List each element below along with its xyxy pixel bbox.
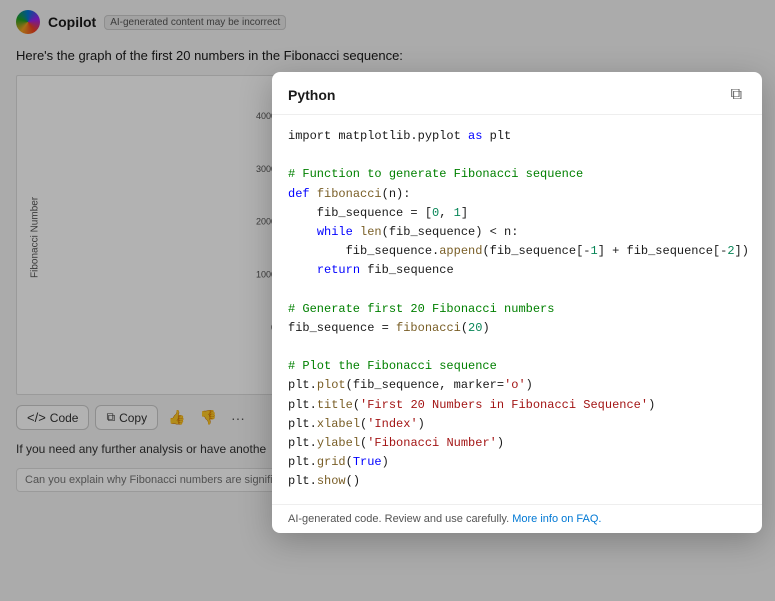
code-line-5: fib_sequence = [0, 1] <box>288 204 746 223</box>
code-line-4: def fibonacci(n): <box>288 185 746 204</box>
code-line-1: import matplotlib.pyplot as plt <box>288 127 746 146</box>
code-line-11: fib_sequence = fibonacci(20) <box>288 319 746 338</box>
modal-copy-button[interactable]: ⧉ <box>727 84 746 106</box>
code-block: import matplotlib.pyplot as plt # Functi… <box>272 115 762 504</box>
code-line-13: # Plot the Fibonacci sequence <box>288 357 746 376</box>
code-line-blank3 <box>288 338 746 357</box>
modal-header: Python ⧉ <box>272 72 762 115</box>
modal-footer-link[interactable]: More info on FAQ. <box>512 513 601 525</box>
main-container: Copilot AI-generated content may be inco… <box>0 0 775 601</box>
code-line-17: plt.ylabel('Fibonacci Number') <box>288 434 746 453</box>
modal-footer: AI-generated code. Review and use carefu… <box>272 504 762 533</box>
code-line-blank1 <box>288 146 746 165</box>
code-line-19: plt.show() <box>288 472 746 491</box>
code-line-3: # Function to generate Fibonacci sequenc… <box>288 165 746 184</box>
code-line-7: fib_sequence.append(fib_sequence[-1] + f… <box>288 242 746 261</box>
modal-copy-icon: ⧉ <box>731 86 742 103</box>
code-line-18: plt.grid(True) <box>288 453 746 472</box>
code-line-16: plt.xlabel('Index') <box>288 415 746 434</box>
code-line-blank2 <box>288 281 746 300</box>
code-line-14: plt.plot(fib_sequence, marker='o') <box>288 376 746 395</box>
code-line-10: # Generate first 20 Fibonacci numbers <box>288 300 746 319</box>
code-line-8: return fib_sequence <box>288 261 746 280</box>
code-modal: Python ⧉ import matplotlib.pyplot as plt… <box>272 72 762 533</box>
modal-title: Python <box>288 87 335 103</box>
code-line-15: plt.title('First 20 Numbers in Fibonacci… <box>288 396 746 415</box>
code-line-6: while len(fib_sequence) < n: <box>288 223 746 242</box>
modal-footer-text: AI-generated code. Review and use carefu… <box>288 513 509 525</box>
